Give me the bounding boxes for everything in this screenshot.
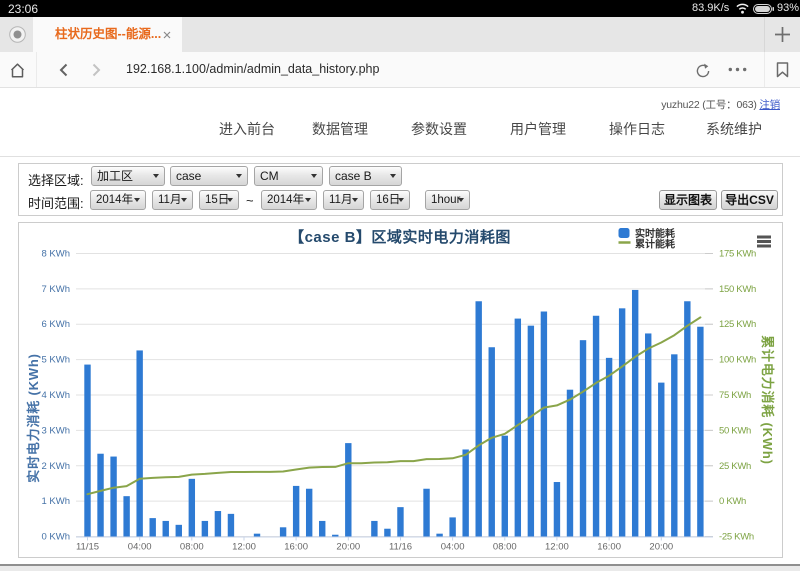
svg-text:12:00: 12:00: [545, 542, 569, 553]
svg-text:3 KWh: 3 KWh: [41, 425, 70, 436]
svg-text:5 KWh: 5 KWh: [41, 355, 70, 366]
svg-text:0 KWh: 0 KWh: [719, 496, 746, 507]
svg-text:4 KWh: 4 KWh: [41, 390, 70, 401]
svg-text:【case B】区域实时电力消耗图: 【case B】区域实时电力消耗图: [289, 228, 511, 246]
svg-text:0 KWh: 0 KWh: [41, 532, 70, 543]
svg-text:2 KWh: 2 KWh: [41, 461, 70, 472]
svg-text:08:00: 08:00: [180, 542, 204, 553]
svg-text:125 KWh: 125 KWh: [719, 319, 756, 330]
svg-text:11/15: 11/15: [76, 542, 99, 553]
svg-text:20:00: 20:00: [649, 542, 673, 553]
svg-text:11/16: 11/16: [389, 542, 412, 553]
svg-text:16:00: 16:00: [284, 542, 308, 553]
svg-text:实时电力消耗 (KWh): 实时电力消耗 (KWh): [26, 353, 41, 482]
svg-text:50 KWh: 50 KWh: [719, 425, 751, 436]
svg-text:04:00: 04:00: [128, 542, 152, 553]
svg-text:04:00: 04:00: [441, 542, 465, 553]
svg-text:-25 KWh: -25 KWh: [719, 532, 754, 543]
svg-text:16:00: 16:00: [597, 542, 621, 553]
svg-text:25 KWh: 25 KWh: [719, 461, 751, 472]
svg-text:75 KWh: 75 KWh: [719, 390, 751, 401]
svg-text:6 KWh: 6 KWh: [41, 319, 70, 330]
svg-text:20:00: 20:00: [336, 542, 360, 553]
svg-text:08:00: 08:00: [493, 542, 517, 553]
svg-text:7 KWh: 7 KWh: [41, 284, 70, 295]
svg-text:100 KWh: 100 KWh: [719, 355, 756, 366]
svg-text:12:00: 12:00: [232, 542, 256, 553]
svg-text:实时能耗: 实时能耗: [635, 227, 675, 240]
svg-text:1 KWh: 1 KWh: [41, 496, 70, 507]
svg-text:8 KWh: 8 KWh: [41, 249, 70, 260]
svg-text:150 KWh: 150 KWh: [719, 284, 756, 295]
svg-text:累计电力消耗 (KWh): 累计电力消耗 (KWh): [760, 335, 775, 464]
svg-text:累计能耗: 累计能耗: [635, 238, 675, 251]
svg-text:175 KWh: 175 KWh: [719, 249, 756, 260]
